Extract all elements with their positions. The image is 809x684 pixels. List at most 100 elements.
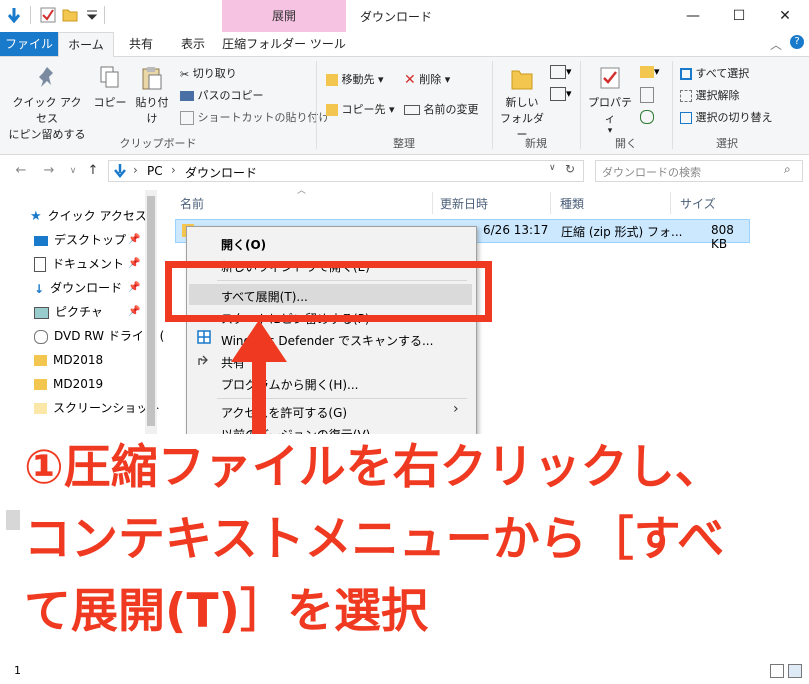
- new-folder-button[interactable]: 新しい フォルダー: [496, 65, 548, 142]
- invert-selection-icon: [680, 112, 692, 124]
- column-divider[interactable]: [670, 192, 671, 214]
- column-divider[interactable]: [550, 192, 551, 214]
- tab-compressed-folder-tools[interactable]: 圧縮フォルダー ツール: [222, 32, 346, 56]
- forward-arrow-icon[interactable]: →: [40, 162, 58, 180]
- menu-item-give-access[interactable]: アクセスを許可する(G): [221, 404, 347, 421]
- close-button[interactable]: ✕: [762, 0, 808, 32]
- pin-icon: 📌: [128, 234, 141, 245]
- collapse-ribbon-icon[interactable]: ︿: [770, 36, 782, 53]
- column-divider[interactable]: [432, 192, 433, 214]
- cut-label: 切り取り: [192, 67, 237, 80]
- invert-selection-label: 選択の切り替え: [695, 111, 773, 124]
- copy-path-button[interactable]: パスのコピー: [180, 87, 264, 103]
- copy-to-button[interactable]: コピー先 ▾: [326, 101, 395, 117]
- copy-path-icon: [180, 91, 194, 101]
- search-icon[interactable]: ⌕: [784, 162, 791, 177]
- column-header-name[interactable]: 名前: [180, 195, 204, 213]
- large-icons-view-icon[interactable]: [788, 664, 802, 678]
- nav-pane-scroll-thumb[interactable]: [147, 196, 155, 426]
- copy-label: コピー: [93, 96, 127, 109]
- rename-button[interactable]: 名前の変更: [404, 101, 479, 117]
- download-arrow-icon: ↓: [34, 281, 45, 296]
- star-icon: ★: [30, 208, 42, 224]
- nav-item-pictures[interactable]: ピクチャ 📌: [34, 301, 140, 323]
- paste-button[interactable]: 貼り付け: [132, 65, 172, 126]
- qa-divider: [30, 6, 31, 24]
- nav-item-downloads[interactable]: ↓ ダウンロード 📌: [34, 277, 140, 299]
- properties-button[interactable]: プロパティ ▾: [584, 65, 636, 136]
- nav-item-label: MD2018: [53, 353, 104, 367]
- move-to-button[interactable]: 移動先 ▾: [326, 71, 384, 87]
- group-label-organize: 整理: [393, 137, 415, 150]
- select-none-button[interactable]: 選択解除: [680, 87, 740, 103]
- up-arrow-icon[interactable]: ↑: [84, 162, 102, 180]
- tab-file[interactable]: ファイル: [0, 32, 58, 56]
- column-header-modified[interactable]: 更新日時: [440, 195, 488, 213]
- invert-selection-button[interactable]: 選択の切り替え: [680, 109, 773, 125]
- extract-context-tab-header: 展開: [222, 0, 346, 32]
- nav-quick-access-label: クイック アクセス: [47, 209, 147, 223]
- nav-item-md2019[interactable]: MD2019: [34, 373, 103, 395]
- paste-shortcut-button[interactable]: ショートカットの貼り付け: [180, 109, 330, 125]
- folder-icon: [34, 355, 47, 366]
- nav-item-screenshots[interactable]: スクリーンショット: [34, 397, 160, 419]
- move-to-label: 移動先: [341, 73, 375, 86]
- minimize-button[interactable]: —: [670, 0, 716, 32]
- nav-item-md2018[interactable]: MD2018: [34, 349, 103, 371]
- help-icon[interactable]: ?: [790, 35, 804, 49]
- nav-item-label: ドキュメント: [52, 257, 125, 271]
- ribbon-tabs: ファイル ホーム 共有 表示 圧縮フォルダー ツール ︿ ?: [0, 32, 809, 58]
- title-bar: 展開 ダウンロード — ☐ ✕: [0, 0, 809, 32]
- properties-check-icon[interactable]: [40, 7, 56, 23]
- nav-item-documents[interactable]: ドキュメント 📌: [34, 253, 140, 275]
- item-count: 1: [14, 664, 21, 677]
- paste-icon: [142, 67, 162, 90]
- select-none-label: 選択解除: [695, 89, 740, 102]
- copy-button[interactable]: コピー: [92, 65, 128, 110]
- search-input[interactable]: ダウンロードの検索 ⌕: [595, 160, 803, 182]
- new-item-button[interactable]: ▾: [550, 65, 572, 79]
- delete-button[interactable]: ✕ 削除 ▾: [404, 71, 450, 88]
- breadcrumb-downloads[interactable]: ダウンロード: [185, 164, 257, 181]
- breadcrumb-pc[interactable]: PC: [147, 164, 163, 178]
- recent-dropdown-icon[interactable]: ∨: [64, 162, 82, 180]
- edit-button[interactable]: [640, 87, 654, 103]
- select-all-button[interactable]: すべて選択: [680, 65, 749, 81]
- customize-dropdown-icon[interactable]: [84, 7, 100, 23]
- open-icon: [640, 66, 654, 78]
- nav-quick-access[interactable]: ★ クイック アクセス: [30, 205, 147, 227]
- tab-home[interactable]: ホーム: [58, 32, 114, 58]
- easy-access-button[interactable]: ▾: [550, 87, 572, 101]
- new-folder-icon[interactable]: [62, 7, 78, 23]
- edit-icon: [640, 87, 654, 103]
- scroll-marker: [6, 510, 20, 530]
- open-button[interactable]: ▾: [640, 65, 660, 78]
- annotation-line-1: ①圧縮ファイルを右クリックし、: [24, 440, 722, 495]
- nav-item-desktop[interactable]: デスクトップ 📌: [34, 229, 140, 251]
- tab-share[interactable]: 共有: [118, 32, 164, 56]
- menu-item-open[interactable]: 開く(O): [221, 236, 266, 253]
- tab-view[interactable]: 表示: [170, 32, 216, 56]
- history-button[interactable]: [640, 109, 654, 124]
- maximize-button[interactable]: ☐: [716, 0, 762, 32]
- ribbon-home: クイック アクセス にピン留めする コピー 貼り付け ✂ 切り取り パスのコピー…: [0, 57, 809, 155]
- address-bar[interactable]: › PC › ダウンロード ∨ ↻: [108, 160, 584, 182]
- column-header-type[interactable]: 種類: [560, 195, 584, 213]
- column-header-size[interactable]: サイズ: [680, 195, 716, 213]
- back-arrow-icon[interactable]: ←: [12, 162, 30, 180]
- select-all-label: すべて選択: [695, 67, 750, 80]
- nav-item-label: ダウンロード: [50, 281, 123, 295]
- menu-item-open-with[interactable]: プログラムから開く(H)...: [221, 376, 358, 393]
- details-view-icon[interactable]: [770, 664, 784, 678]
- group-label-new: 新規: [525, 137, 547, 150]
- select-none-icon: [680, 90, 692, 102]
- refresh-icon[interactable]: ↻: [565, 162, 575, 176]
- easy-access-icon: [550, 87, 566, 101]
- address-dropdown-icon[interactable]: ∨: [549, 163, 556, 173]
- pin-quick-access-button[interactable]: クイック アクセス にピン留めする: [8, 65, 86, 142]
- annotation-arrow-head: [231, 320, 287, 362]
- pin-icon: 📌: [128, 306, 141, 317]
- defender-shield-icon: [197, 330, 211, 344]
- cut-button[interactable]: ✂ 切り取り: [180, 65, 237, 81]
- explorer-arrow-icon[interactable]: [6, 7, 22, 23]
